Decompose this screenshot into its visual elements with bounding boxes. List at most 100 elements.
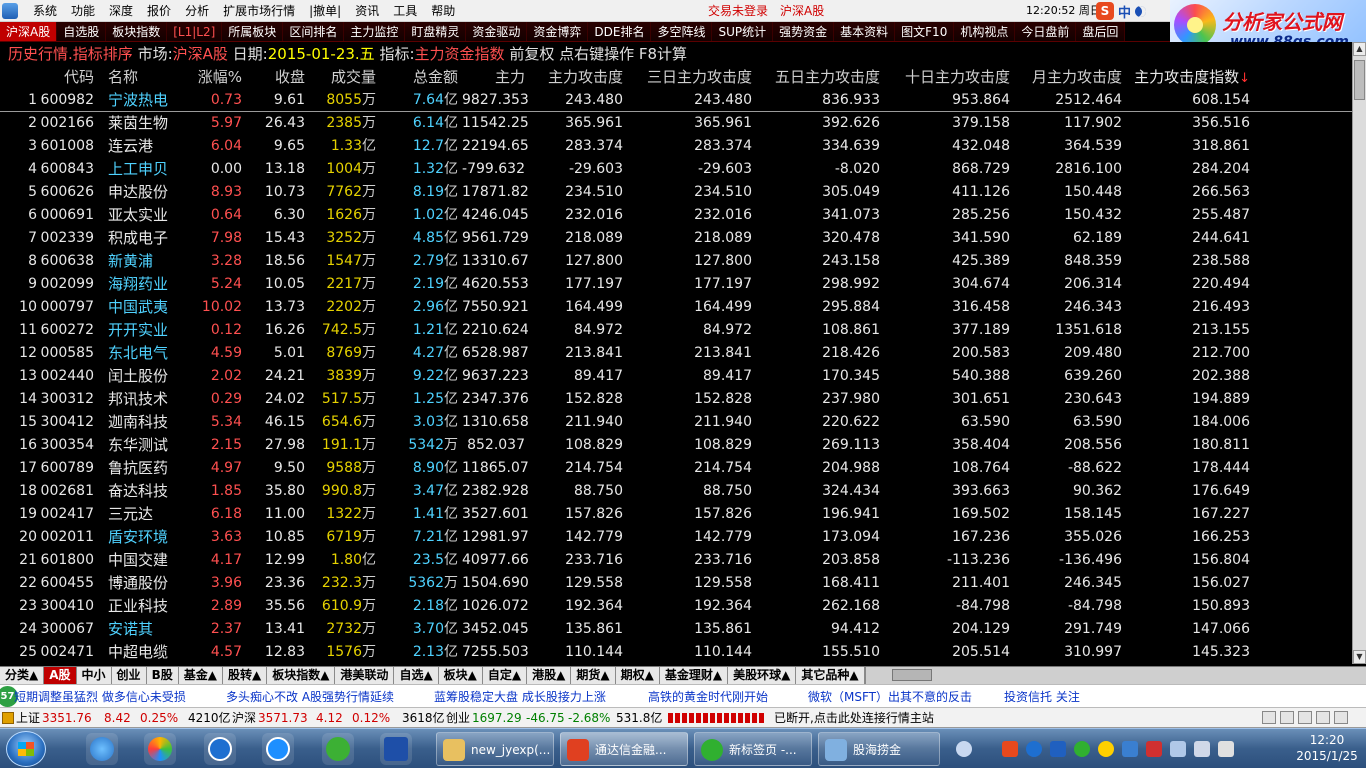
app-icon[interactable] [2,3,18,19]
news-headline[interactable]: 短期调整虽猛烈 做多信心未受损 [14,688,186,705]
toolbar-tab[interactable]: 主力监控 [344,22,406,41]
toolbar-tab[interactable]: 区间排名 [283,22,345,41]
menu-item[interactable]: 工具 [386,3,424,19]
category-tab[interactable]: 港股▲ [527,667,572,684]
news-headline[interactable]: 投资信托 关注 [1004,688,1080,705]
category-tab[interactable]: 港美联动 [335,667,395,684]
column-header-stock-code[interactable]: 代码 [38,66,94,89]
menu-item[interactable]: 帮助 [424,3,462,19]
tray-sogou-icon[interactable] [1002,741,1018,757]
category-tab[interactable]: 自选▲ [394,667,439,684]
table-row[interactable]: 10 000797 中国武夷 10.02 13.73 2202万 2.96亿 7550.921… [0,296,1352,319]
menu-item[interactable]: 分析 [178,3,216,19]
column-header-close-price[interactable]: 收盘 [248,66,305,89]
scroll-thumb[interactable] [1354,60,1365,100]
toolbar-tab[interactable]: 图文F10 [895,22,955,41]
table-row[interactable]: 13 002440 闰土股份 2.02 24.21 3839万 9.22亿 9637.223 8… [0,365,1352,388]
tray-app-icon[interactable] [956,741,972,757]
table-row[interactable]: 14 300312 邦讯技术 0.29 24.02 517.5万 1.25亿 2347.376… [0,388,1352,411]
network-users-icon[interactable] [86,733,118,765]
ime-toolbar[interactable]: S 中 [1096,2,1166,21]
news-headline[interactable]: 蓝筹股稳定大盘 成长股接力上涨 [434,688,606,705]
table-row[interactable]: 2 002166 莱茵生物 5.97 26.43 2385万 6.14亿 11542.25 36… [0,112,1352,135]
category-tab[interactable]: 创业 [111,667,147,684]
category-tab[interactable]: 期权▲ [615,667,660,684]
column-header-main-attack-5d[interactable]: 五日主力攻击度 [756,66,880,89]
menu-item[interactable]: 系统 [26,3,64,19]
table-row[interactable]: 1 600982 宁波热电 0.73 9.61 8055万 7.64亿 9827.353 243… [0,89,1352,112]
table-row[interactable]: 5 600626 申达股份 8.93 10.73 7762万 8.19亿 17871.82 23… [0,181,1352,204]
table-row[interactable]: 20 002011 盾安环境 3.63 10.85 6719万 7.21亿 12981.97 1… [0,526,1352,549]
column-header-change-pct[interactable]: 涨幅% [196,66,242,89]
toolbar-tab[interactable]: 资金驱动 [466,22,528,41]
category-tab[interactable]: 板块指数▲ [267,667,336,684]
toolbar-tab[interactable]: 盘后回 [1076,22,1126,41]
vertical-scrollbar[interactable]: ▲ ▼ [1352,42,1366,664]
column-header-main-force[interactable]: 主力 [462,66,525,89]
news-headline[interactable]: 高铁的黄金时代刚开始 [648,688,768,705]
category-tab[interactable]: A股 [44,667,77,684]
category-tab[interactable]: 基金理财▲ [659,667,729,684]
tray-volume-icon[interactable] [1194,741,1210,757]
tray-flag-icon[interactable] [1146,741,1162,757]
task-guhai[interactable]: 股海捞金 [818,732,940,766]
table-row[interactable]: 15 300412 迦南科技 5.34 46.15 654.6万 3.03亿 1310.658… [0,411,1352,434]
table-row[interactable]: 8 600638 新黄浦 3.28 18.56 1547万 2.79亿 13310.67 127… [0,250,1352,273]
toolbar-tab[interactable]: 盯盘精灵 [405,22,467,41]
table-row[interactable]: 17 600789 鲁抗医药 4.97 9.50 9588万 8.90亿 11865.07 21… [0,457,1352,480]
category-tab[interactable]: 中小 [76,667,112,684]
toolbar-tab[interactable]: 自选股 [57,22,107,41]
table-row[interactable]: 6 000691 亚太实业 0.64 6.30 1626万 1.02亿 4246.045 232… [0,204,1352,227]
table-row[interactable]: 24 300067 安诺其 2.37 13.41 2732万 3.70亿 3452.045 13… [0,618,1352,641]
quote-table[interactable]: 代码 名称 涨幅% 收盘 成交量 总金额 主力 主力攻击度 三日主力攻击度 五日主力攻击度 十日主力… [0,66,1352,664]
toolbar-tab[interactable]: 基本资料 [834,22,896,41]
category-tab[interactable]: B股 [146,667,179,684]
connection-status[interactable]: 已断开,点击此处连接行情主站 [774,708,934,728]
tray-help-icon[interactable] [1026,741,1042,757]
table-row[interactable]: 3 601008 连云港 6.04 9.65 1.33亿 12.7亿 22194.65 283.… [0,135,1352,158]
table-row[interactable]: 21 601800 中国交建 4.17 12.99 1.80亿 23.5亿 40977.66 2… [0,549,1352,572]
settings-icon[interactable] [1316,711,1330,724]
category-tab[interactable]: 其它品种▲ [796,667,865,684]
table-row[interactable]: 19 002417 三元达 6.18 11.00 1322万 1.41亿 3527.601 15… [0,503,1352,526]
task-browser[interactable]: 新标签页 -... [694,732,812,766]
column-header-main-attack-10d[interactable]: 十日主力攻击度 [884,66,1010,89]
toolbar-tab[interactable]: 沪深A股 [0,22,58,41]
category-tab[interactable]: 期货▲ [571,667,616,684]
category-tab[interactable]: 自定▲ [482,667,528,684]
table-row[interactable]: 22 600455 博通股份 3.96 23.36 232.3万 5362万 1504.690… [0,572,1352,595]
toolbar-tab[interactable]: 资金博弈 [527,22,589,41]
toolbar-tab[interactable]: 强势资金 [773,22,835,41]
table-row[interactable]: 11 600272 开开实业 0.12 16.26 742.5万 1.21亿 2210.624… [0,319,1352,342]
news-headline[interactable]: 多头痴心不改 A股强势行情延续 [226,688,394,705]
tool-icon[interactable] [1298,711,1312,724]
table-row[interactable]: 23 300410 正业科技 2.89 35.56 610.9万 2.18亿 1026.072… [0,595,1352,618]
tray-security-icon[interactable] [1074,741,1090,757]
column-header-total-amount[interactable]: 总金额 [380,66,458,89]
column-header-main-attack-index[interactable]: 主力攻击度指数↓ [1126,66,1250,90]
toolbar-tab[interactable]: 多空阵线 [651,22,713,41]
column-header-main-attack-month[interactable]: 月主力攻击度 [1014,66,1122,89]
scroll-down-icon[interactable]: ▼ [1353,650,1366,664]
category-tab[interactable]: 股转▲ [222,667,268,684]
sogou-icon[interactable]: S [1096,2,1114,20]
menu-item[interactable]: 深度 [102,3,140,19]
toolbar-tab[interactable]: DDE排名 [588,22,652,41]
table-row[interactable]: 16 300354 东华测试 2.15 27.98 191.1万 5342万 852.037 1… [0,434,1352,457]
news-headline[interactable]: 微软（MSFT）出其不意的反击 [808,688,972,705]
menu-item[interactable]: 扩展市场行情 [216,3,302,19]
task-tdx[interactable]: 通达信金融... [560,732,688,766]
taskbar-clock[interactable]: 12:20 2015/1/25 [1292,732,1362,764]
start-button[interactable] [6,731,46,767]
table-row[interactable]: 7 002339 积成电子 7.98 15.43 3252万 4.85亿 9561.729 21… [0,227,1352,250]
table-row[interactable]: 25 002471 中超电缆 4.57 12.83 1576万 2.13亿 7255.503 1… [0,641,1352,664]
category-tab[interactable]: 基金▲ [178,667,223,684]
table-row[interactable]: 4 600843 上工申贝 0.00 13.18 1004万 1.32亿 -799.632 -2… [0,158,1352,181]
browser-360-icon[interactable] [144,733,176,765]
tray-ime-icon[interactable] [1050,741,1066,757]
table-row[interactable]: 18 002681 奋达科技 1.85 35.80 990.8万 3.47亿 2382.928… [0,480,1352,503]
toolbar-tab[interactable]: 机构视点 [954,22,1016,41]
table-row[interactable]: 12 000585 东北电气 4.59 5.01 8769万 4.27亿 6528.987 21… [0,342,1352,365]
minimize-icon[interactable] [1262,711,1276,724]
toolbar-tab[interactable]: 板块指数 [106,22,168,41]
